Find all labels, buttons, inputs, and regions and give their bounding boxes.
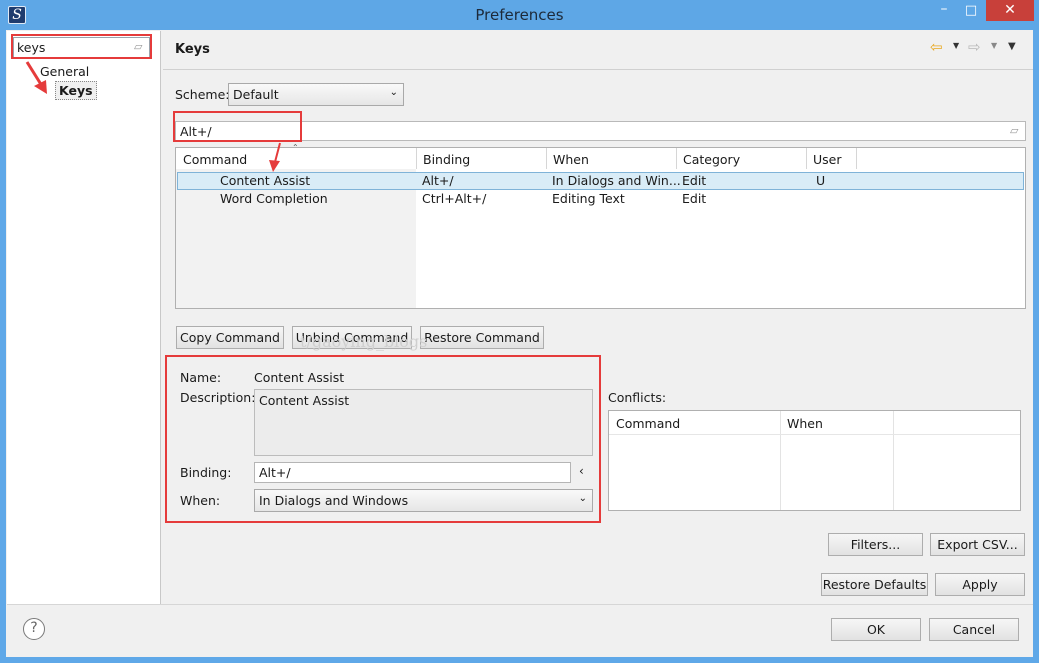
annotation-arrow-command: [269, 142, 281, 172]
annotation-arrow-tree: [25, 61, 47, 94]
annotation-arrows: [25, 61, 281, 172]
